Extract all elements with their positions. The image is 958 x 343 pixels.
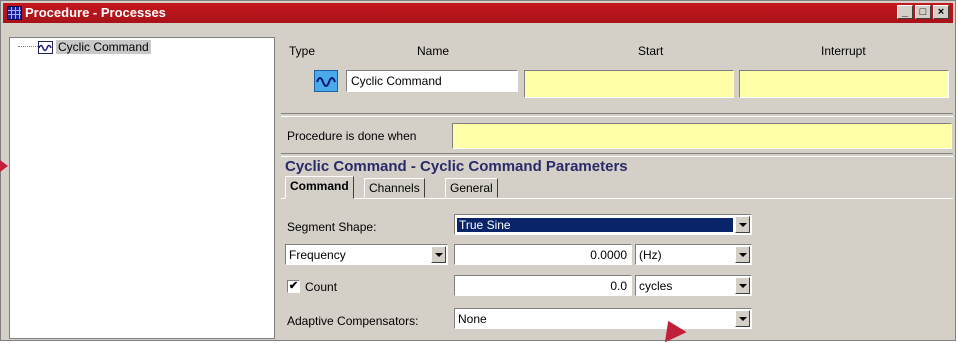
process-name-input[interactable]: Cyclic Command — [346, 70, 518, 92]
frequency-input[interactable]: 0.0000 — [454, 244, 632, 265]
tab-channels[interactable]: Channels — [364, 178, 425, 198]
name-column-header: Name — [417, 44, 450, 58]
interrupt-column-header: Interrupt — [821, 44, 866, 58]
adaptive-compensators-label: Adaptive Compensators: — [287, 314, 419, 328]
tree-item-cyclic-command[interactable]: Cyclic Command — [18, 40, 151, 54]
window-controls: _ □ × — [897, 5, 949, 19]
separator — [281, 153, 953, 157]
chevron-down-icon[interactable] — [735, 310, 750, 327]
tree-item-label: Cyclic Command — [56, 40, 151, 54]
count-checkbox[interactable]: ✔ — [287, 280, 300, 293]
frequency-select[interactable]: Frequency — [285, 244, 448, 265]
frequency-select-value: Frequency — [289, 248, 346, 262]
segment-shape-select[interactable]: True Sine — [454, 214, 752, 235]
done-when-input[interactable] — [452, 123, 952, 149]
callout-arrow-left — [0, 160, 8, 172]
maximize-button[interactable]: □ — [915, 5, 931, 19]
sine-wave-icon — [316, 77, 336, 87]
start-column-header: Start — [638, 44, 664, 58]
chevron-down-icon[interactable] — [431, 246, 446, 263]
count-input[interactable]: 0.0 — [454, 275, 632, 296]
count-label: Count — [305, 280, 338, 294]
process-start-input[interactable] — [524, 70, 734, 98]
count-unit-value: cycles — [639, 279, 673, 293]
title-bar[interactable]: Procedure - Processes _ □ × — [3, 3, 953, 23]
frequency-unit-select[interactable]: (Hz) — [635, 244, 752, 265]
tab-general[interactable]: General — [445, 178, 498, 198]
frequency-unit-value: (Hz) — [639, 248, 662, 262]
minimize-button[interactable]: _ — [897, 5, 913, 19]
procedure-window: Procedure - Processes _ □ × Cyclic Comma… — [0, 0, 956, 341]
segment-shape-label: Segment Shape: — [287, 220, 377, 234]
segment-shape-value: True Sine — [457, 218, 733, 232]
tab-command[interactable]: Command — [285, 176, 354, 199]
type-column-header: Type — [289, 44, 316, 58]
close-button[interactable]: × — [933, 5, 949, 19]
adaptive-compensators-select[interactable]: None — [454, 308, 752, 329]
adaptive-compensators-value: None — [458, 312, 487, 326]
sine-wave-icon — [38, 40, 53, 54]
parameters-title: Cyclic Command - Cyclic Command Paramete… — [285, 158, 628, 175]
count-unit-select[interactable]: cycles — [635, 275, 752, 296]
separator — [281, 113, 953, 117]
chevron-down-icon[interactable] — [735, 216, 750, 233]
tree-connector — [18, 46, 38, 48]
chevron-down-icon[interactable] — [735, 277, 750, 294]
done-when-label: Procedure is done when — [287, 129, 417, 143]
window-title: Procedure - Processes — [25, 5, 166, 20]
process-tree[interactable]: Cyclic Command — [9, 37, 275, 339]
process-type-button[interactable] — [314, 70, 338, 92]
chevron-down-icon[interactable] — [735, 246, 750, 263]
grid-app-icon — [7, 6, 22, 20]
process-details-panel: Type Name Start Interrupt Cyclic Command… — [281, 37, 953, 339]
process-interrupt-input[interactable] — [739, 70, 949, 98]
